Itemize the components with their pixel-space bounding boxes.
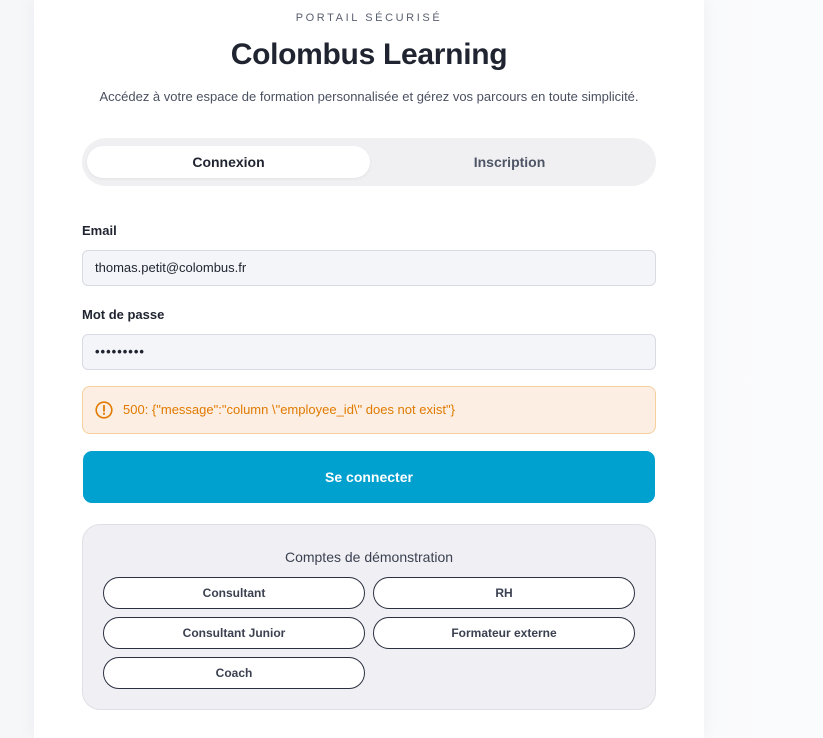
demo-account-rh[interactable]: RH xyxy=(373,577,635,609)
demo-account-coach[interactable]: Coach xyxy=(103,657,365,689)
page-subtitle: Accédez à votre espace de formation pers… xyxy=(99,89,639,104)
login-card: PORTAIL SÉCURISÉ Colombus Learning Accéd… xyxy=(34,0,704,738)
demo-accounts-panel: Comptes de démonstration Consultant RH C… xyxy=(82,524,656,710)
tab-inscription[interactable]: Inscription xyxy=(368,146,651,178)
page-title: Colombus Learning xyxy=(230,38,508,71)
auth-tabs: Connexion Inscription xyxy=(82,138,656,186)
error-alert: 500: {"message":"column \"employee_id\" … xyxy=(82,386,656,434)
demo-account-formateur-externe[interactable]: Formateur externe xyxy=(373,617,635,649)
email-label: Email xyxy=(82,223,117,238)
email-value: thomas.petit@colombus.fr xyxy=(95,260,247,275)
tab-connexion[interactable]: Connexion xyxy=(87,146,370,178)
demo-accounts-title: Comptes de démonstration xyxy=(284,549,454,565)
demo-account-consultant-junior[interactable]: Consultant Junior xyxy=(103,617,365,649)
error-message: 500: {"message":"column \"employee_id\" … xyxy=(123,402,455,417)
password-label: Mot de passe xyxy=(82,307,165,322)
email-field[interactable]: thomas.petit@colombus.fr xyxy=(82,250,656,286)
demo-account-consultant[interactable]: Consultant xyxy=(103,577,365,609)
password-field[interactable]: ••••••••• xyxy=(82,334,656,370)
login-button[interactable]: Se connecter xyxy=(83,451,655,503)
password-mask: ••••••••• xyxy=(95,344,145,359)
alert-circle-icon xyxy=(95,401,113,419)
eyebrow-label: PORTAIL SÉCURISÉ xyxy=(295,12,443,24)
